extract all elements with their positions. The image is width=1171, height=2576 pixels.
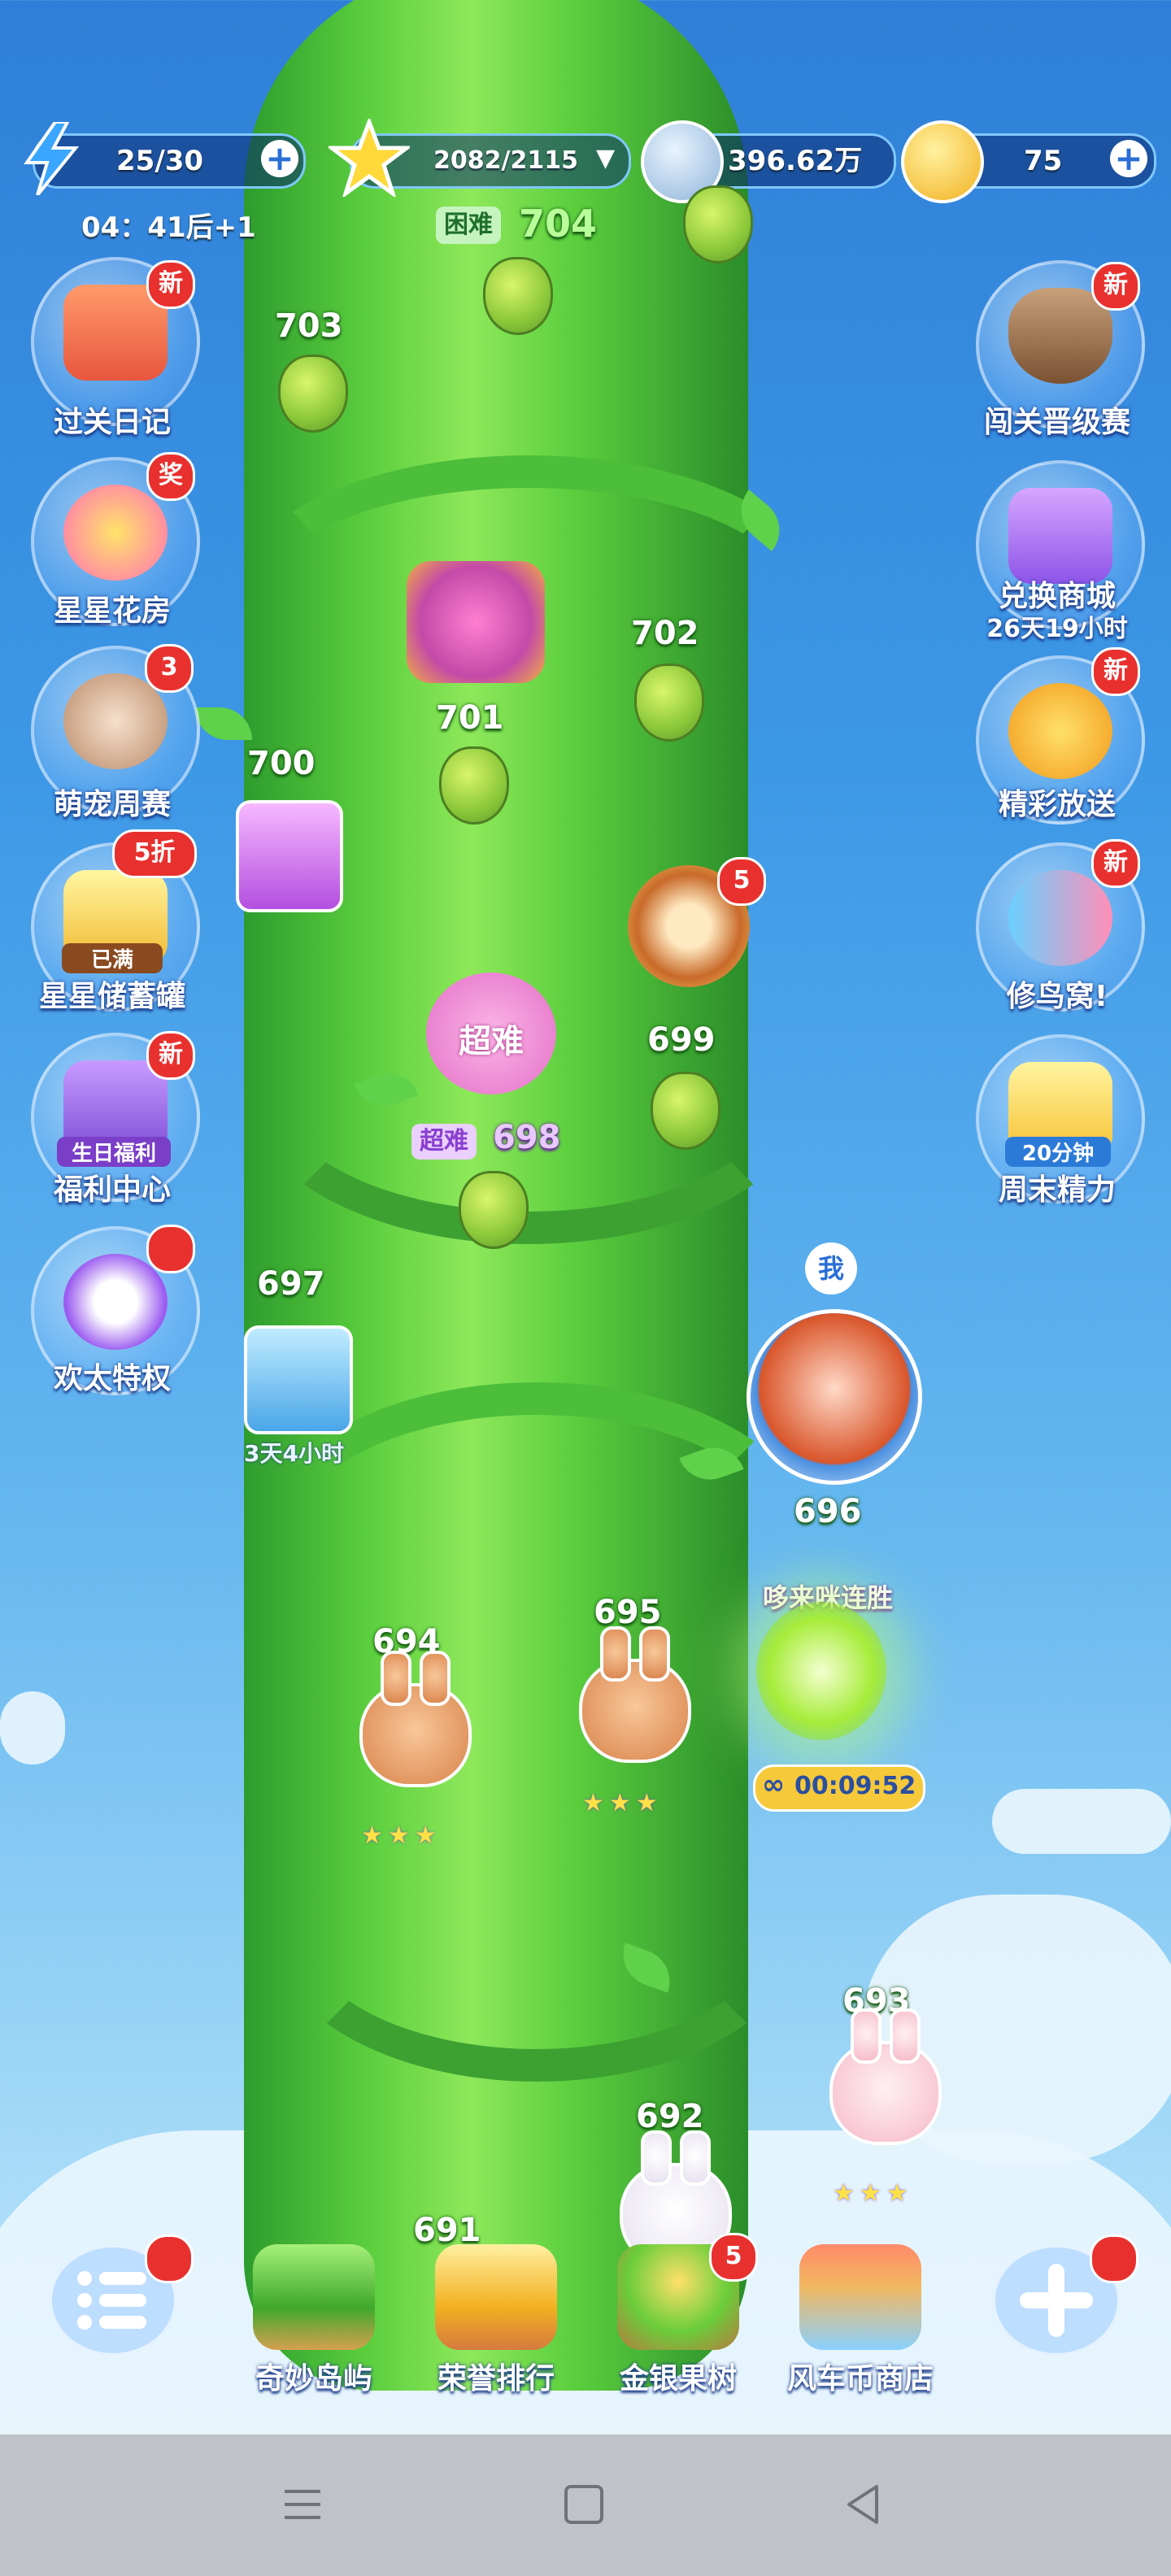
level-698-label: 698 [493, 1119, 561, 1156]
bird-nest-label: 修鸟窝! [1006, 980, 1108, 1013]
level-700-label: 700 [247, 745, 316, 782]
level-693-stars: ★★★ [833, 2179, 913, 2208]
current-level-number: 704 [519, 202, 598, 246]
level-693-node[interactable] [829, 2008, 942, 2145]
level-697-gift-node[interactable] [244, 1325, 353, 1434]
level-704-node[interactable] [683, 185, 753, 263]
menu-list-dot [145, 2234, 194, 2283]
diary-label: 过关日记 [53, 406, 171, 439]
level-704b-node[interactable] [483, 257, 553, 335]
level-boss-node[interactable] [407, 561, 545, 683]
windmill-shop-label: 风车币商店 [786, 2362, 934, 2395]
island-label: 奇妙岛屿 [255, 2362, 372, 2395]
compass-badge: 5 [717, 857, 766, 906]
gold-coin-count: 75 [1024, 145, 1063, 177]
level-701-label: 701 [436, 699, 504, 737]
promotion-contest-label: 闯关晋级赛 [983, 406, 1130, 439]
promotion-contest-badge: 新 [1091, 262, 1140, 311]
bird-nest-badge: 新 [1091, 839, 1140, 888]
diary-badge: 新 [146, 260, 195, 309]
ranking-label: 荣誉排行 [437, 2362, 555, 2395]
ranking-button[interactable]: 荣誉排行 [407, 2244, 586, 2397]
system-nav-bar [0, 2435, 1171, 2576]
fruit-tree-label: 金银果树 [619, 2362, 737, 2395]
pet-weekly-badge: 3 [145, 644, 194, 693]
lightning-icon [23, 120, 80, 197]
level-703-label: 703 [275, 307, 343, 345]
level-696-node[interactable] [756, 1602, 886, 1740]
privilege-dot [146, 1225, 195, 1273]
level-698-tag: 超难 [411, 1124, 477, 1160]
level-701-node[interactable] [439, 746, 509, 825]
weekend-energy-label: 周末精力 [998, 1173, 1116, 1207]
welfare-center-label: 福利中心 [53, 1173, 171, 1207]
energy-timer: 04：41后+1 [81, 211, 256, 244]
gold-coin-icon [901, 120, 984, 203]
greenhouse-badge: 奖 [146, 452, 195, 501]
greenhouse-label: 星星花房 [53, 594, 171, 628]
level-700-gift-node[interactable] [236, 800, 343, 912]
level-697-label: 697 [257, 1265, 325, 1303]
menu-icon[interactable] [280, 2482, 325, 2527]
exchange-shop-timer: 26天19小时 [986, 615, 1128, 643]
level-699-label: 699 [647, 1021, 716, 1059]
energy-count: 25/30 [116, 145, 204, 177]
piggy-bank-full-tag: 已满 [62, 943, 163, 973]
chevron-down-icon: ▼ [596, 144, 616, 172]
broadcast-label: 精彩放送 [998, 788, 1116, 821]
infinity-icon: ∞ [762, 1769, 786, 1801]
me-marker: 我 [805, 1242, 857, 1295]
add-gold-button[interactable]: + [1110, 140, 1147, 177]
piggy-bank-label: 星星储蓄罐 [38, 980, 185, 1013]
level-696-timer: 00:09:52 [794, 1772, 916, 1800]
back-icon[interactable] [841, 2482, 886, 2527]
level-696-timer-pill: ∞ 00:09:52 [753, 1764, 925, 1812]
level-694-node[interactable] [359, 1651, 472, 1787]
privilege-label: 欢太特权 [53, 1362, 171, 1395]
fruit-tree-badge: 5 [709, 2233, 758, 2282]
expand-dot [1090, 2234, 1138, 2283]
windmill-shop-button[interactable]: 风车币商店 [771, 2244, 950, 2397]
level-696-label: 696 [794, 1493, 862, 1530]
piggy-bank-discount-badge: 5折 [112, 829, 197, 878]
island-button[interactable]: 奇妙岛屿 [224, 2244, 403, 2397]
silver-coin-count: 396.62万 [728, 145, 863, 177]
home-icon[interactable] [561, 2482, 607, 2527]
level-698-node[interactable] [459, 1171, 529, 1249]
super-hard-flower-text: 超难 [459, 1023, 524, 1060]
level-697-timer: 3天4小时 [244, 1440, 344, 1467]
birthday-welfare-tag: 生日福利 [57, 1137, 171, 1167]
pet-weekly-label: 萌宠周赛 [53, 788, 171, 821]
welfare-center-badge: 新 [146, 1031, 195, 1080]
level-694-stars: ★★★ [361, 1821, 442, 1850]
level-695-node[interactable] [579, 1626, 691, 1763]
level-695-stars: ★★★ [582, 1789, 663, 1817]
weekend-energy-timer: 20分钟 [1005, 1137, 1111, 1167]
level-699-node[interactable] [651, 1072, 720, 1150]
add-energy-button[interactable]: + [261, 140, 298, 177]
star-icon [325, 115, 413, 199]
level-703-node[interactable] [278, 355, 348, 433]
player-avatar[interactable] [747, 1309, 922, 1485]
star-count: 2082/2115 [433, 146, 578, 175]
current-level-tag: 困难 [436, 207, 501, 244]
level-702-label: 702 [631, 615, 699, 652]
me-label: 我 [817, 1253, 844, 1284]
broadcast-badge: 新 [1091, 647, 1140, 696]
level-702-node[interactable] [634, 664, 704, 742]
